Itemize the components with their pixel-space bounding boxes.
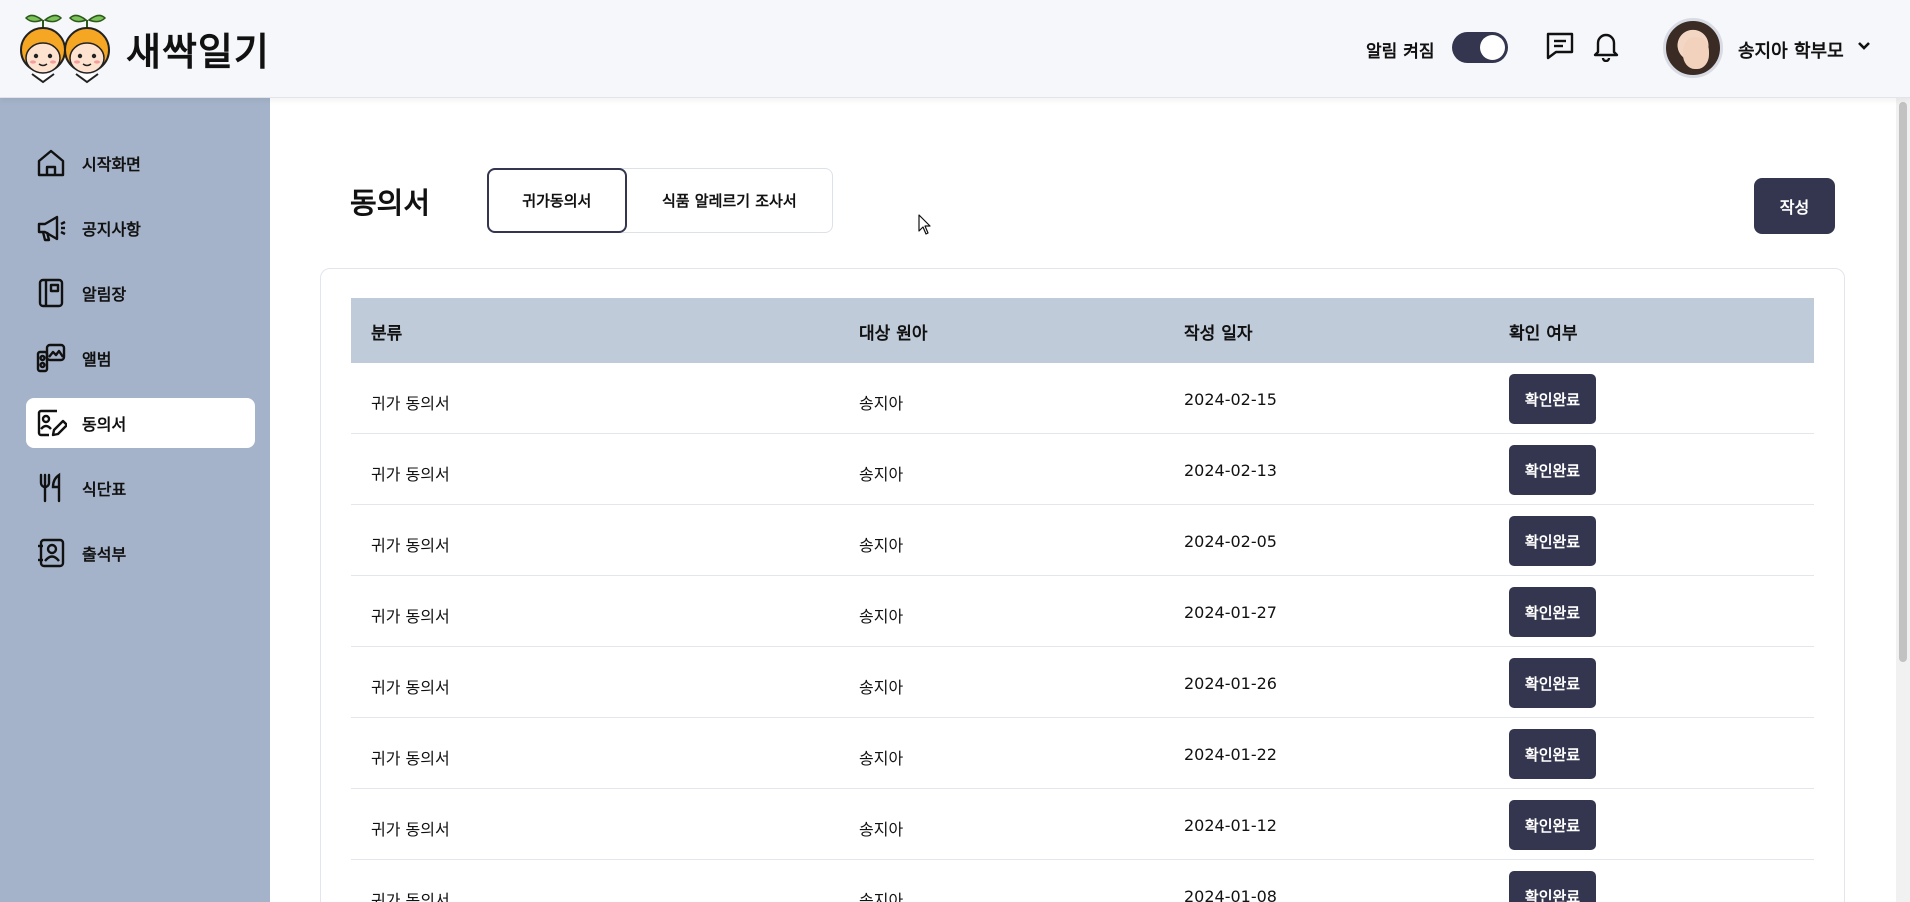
app-name: 새싹일기	[126, 29, 270, 74]
sidebar-item-label: 동의서	[82, 415, 127, 434]
cell-child: 송지아	[859, 607, 904, 626]
sidebar-item-label: 알림장	[82, 285, 127, 304]
logo-mascot-icon	[20, 14, 110, 84]
cell-date: 2024-02-05	[1184, 532, 1277, 551]
sidebar-item-attendance[interactable]: 출석부	[26, 528, 255, 578]
cell-category: 귀가 동의서	[371, 607, 450, 626]
cell-child: 송지아	[859, 678, 904, 697]
sidebar: 시작화면 공지사항 알림장 앨범 동의서 식단표 출석부	[0, 98, 270, 902]
confirm-status-button[interactable]: 확인완료	[1509, 658, 1596, 708]
cell-category: 귀가 동의서	[371, 749, 450, 768]
table-row[interactable]: 귀가 동의서 송지아 2024-01-08 확인완료	[351, 860, 1814, 902]
app-logo[interactable]: 새싹일기	[20, 6, 270, 90]
consent-tabs: 귀가동의서 식품 알레르기 조사서	[487, 168, 833, 233]
table-row[interactable]: 귀가 동의서 송지아 2024-02-05 확인완료	[351, 505, 1814, 576]
consent-icon	[34, 406, 68, 440]
sidebar-item-label: 출석부	[82, 545, 127, 564]
sidebar-item-notebook[interactable]: 알림장	[26, 268, 255, 318]
confirm-status-button[interactable]: 확인완료	[1509, 374, 1596, 424]
table-row[interactable]: 귀가 동의서 송지아 2024-01-22 확인완료	[351, 718, 1814, 789]
confirm-status-button[interactable]: 확인완료	[1509, 729, 1596, 779]
cell-date: 2024-02-15	[1184, 390, 1277, 409]
cell-child: 송지아	[859, 465, 904, 484]
tab-return-home-consent[interactable]: 귀가동의서	[487, 168, 627, 233]
cell-date: 2024-01-08	[1184, 887, 1277, 902]
cell-category: 귀가 동의서	[371, 394, 450, 413]
confirm-status-button[interactable]: 확인완료	[1509, 587, 1596, 637]
home-icon	[34, 146, 68, 180]
sidebar-item-notices[interactable]: 공지사항	[26, 203, 255, 253]
table-row[interactable]: 귀가 동의서 송지아 2024-01-26 확인완료	[351, 647, 1814, 718]
cell-child: 송지아	[859, 536, 904, 555]
sidebar-item-meal-plan[interactable]: 식단표	[26, 463, 255, 513]
cell-child: 송지아	[859, 891, 904, 902]
column-header-date: 작성 일자	[1184, 324, 1253, 344]
cell-date: 2024-02-13	[1184, 461, 1277, 480]
sidebar-item-label: 앨범	[82, 350, 112, 369]
column-header-category: 분류	[371, 324, 403, 344]
page-title: 동의서	[350, 186, 431, 220]
table-row[interactable]: 귀가 동의서 송지아 2024-02-15 확인완료	[351, 363, 1814, 434]
write-button[interactable]: 작성	[1754, 178, 1835, 234]
user-name[interactable]: 송지아 학부모	[1738, 37, 1844, 63]
table-row[interactable]: 귀가 동의서 송지아 2024-01-27 확인완료	[351, 576, 1814, 647]
megaphone-icon	[34, 211, 68, 245]
avatar-face	[1683, 37, 1709, 69]
album-icon	[34, 341, 68, 375]
column-header-status: 확인 여부	[1509, 324, 1578, 344]
cell-child: 송지아	[859, 820, 904, 839]
consent-table: 분류 대상 원아 작성 일자 확인 여부 귀가 동의서 송지아 2024-02-…	[351, 298, 1814, 902]
confirm-status-button[interactable]: 확인완료	[1509, 516, 1596, 566]
notification-status-label: 알림 켜짐	[1366, 42, 1435, 62]
confirm-status-button[interactable]: 확인완료	[1509, 800, 1596, 850]
cell-date: 2024-01-22	[1184, 745, 1277, 764]
page-scrollbar[interactable]	[1896, 98, 1910, 902]
cell-child: 송지아	[859, 394, 904, 413]
cell-date: 2024-01-27	[1184, 603, 1277, 622]
table-header: 분류 대상 원아 작성 일자 확인 여부	[351, 298, 1814, 363]
sidebar-item-label: 식단표	[82, 480, 127, 499]
cell-date: 2024-01-12	[1184, 816, 1277, 835]
contact-book-icon	[34, 536, 68, 570]
mouse-cursor-icon	[918, 214, 932, 240]
utensils-icon	[34, 471, 68, 505]
cell-date: 2024-01-26	[1184, 674, 1277, 693]
notebook-icon	[34, 276, 68, 310]
notification-toggle[interactable]	[1452, 32, 1508, 63]
cell-category: 귀가 동의서	[371, 891, 450, 902]
tab-food-allergy-survey[interactable]: 식품 알레르기 조사서	[627, 169, 832, 232]
cell-child: 송지아	[859, 749, 904, 768]
sidebar-item-label: 공지사항	[82, 220, 141, 239]
confirm-status-button[interactable]: 확인완료	[1509, 445, 1596, 495]
cell-category: 귀가 동의서	[371, 465, 450, 484]
sidebar-item-consent[interactable]: 동의서	[26, 398, 255, 448]
sidebar-item-home[interactable]: 시작화면	[26, 138, 255, 188]
user-avatar[interactable]	[1663, 18, 1723, 78]
cell-category: 귀가 동의서	[371, 678, 450, 697]
message-icon[interactable]	[1544, 30, 1576, 66]
toggle-knob	[1480, 35, 1505, 60]
table-row[interactable]: 귀가 동의서 송지아 2024-01-12 확인완료	[351, 789, 1814, 860]
cell-category: 귀가 동의서	[371, 536, 450, 555]
sidebar-item-label: 시작화면	[82, 155, 141, 174]
top-header: 새싹일기 알림 켜짐 송지아 학부모	[0, 0, 1910, 98]
chevron-down-icon[interactable]	[1856, 38, 1872, 58]
table-row[interactable]: 귀가 동의서 송지아 2024-02-13 확인완료	[351, 434, 1814, 505]
confirm-status-button[interactable]: 확인완료	[1509, 871, 1596, 902]
scrollbar-thumb[interactable]	[1899, 102, 1907, 662]
cell-category: 귀가 동의서	[371, 820, 450, 839]
column-header-child: 대상 원아	[859, 324, 928, 344]
sidebar-item-album[interactable]: 앨범	[26, 333, 255, 383]
bell-icon[interactable]	[1591, 30, 1621, 66]
